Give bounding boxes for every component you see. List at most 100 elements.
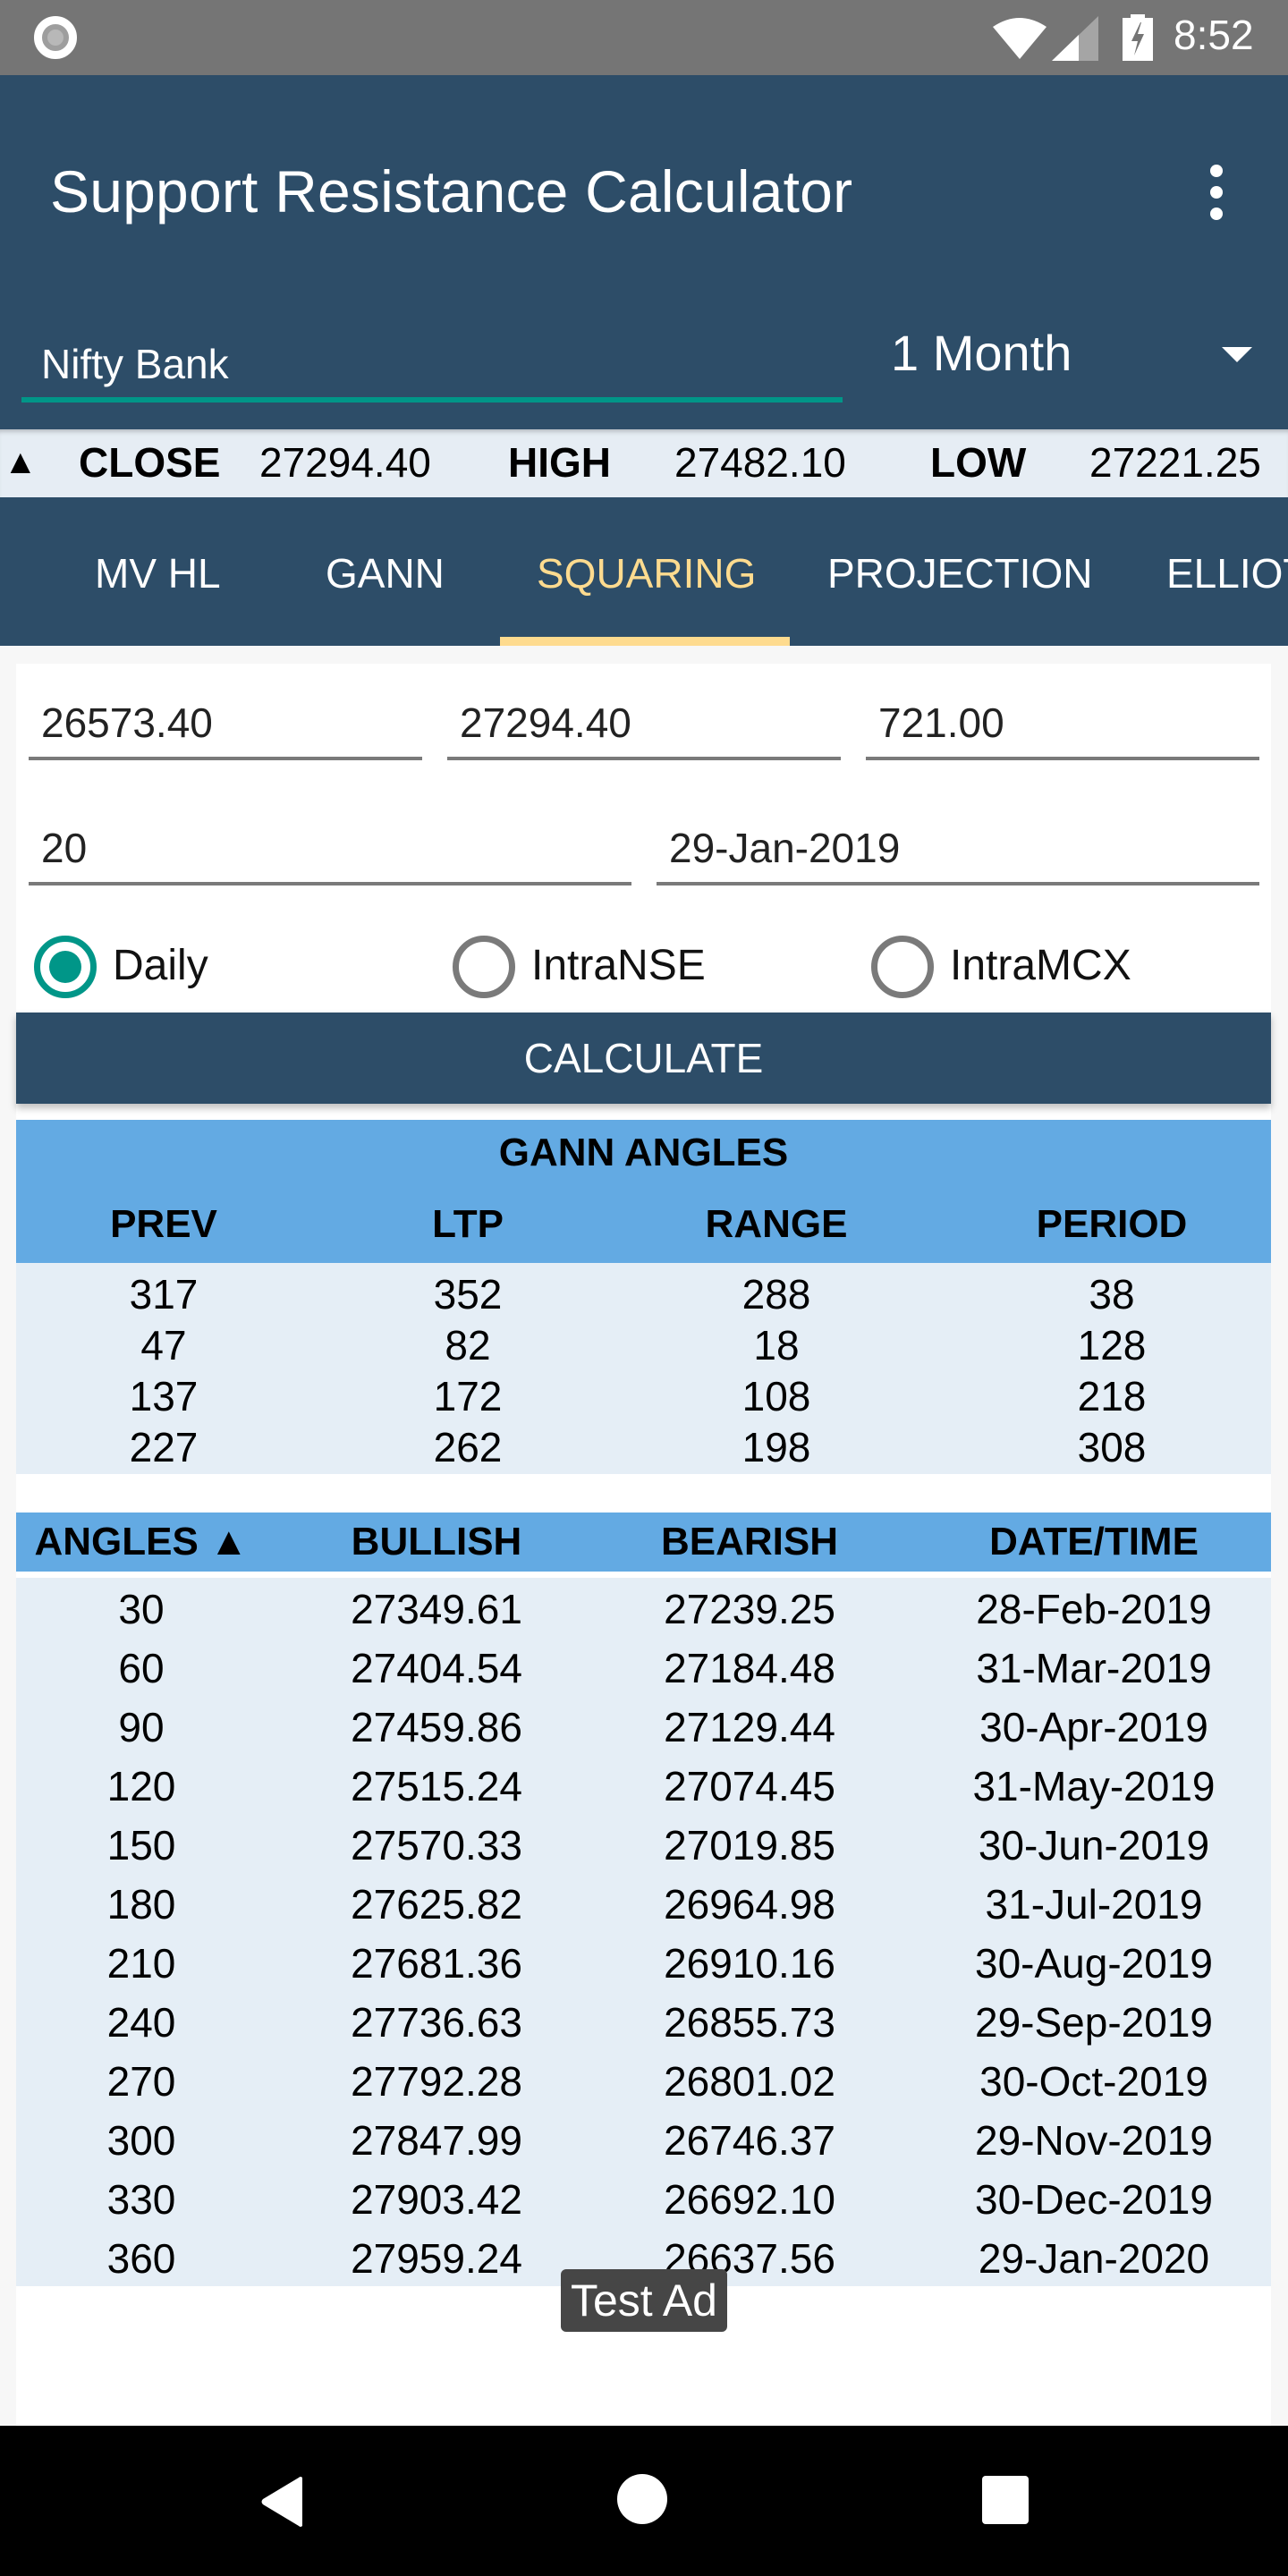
angles-header-bearish[interactable]: BEARISH bbox=[597, 1520, 902, 1564]
angles-table-row: 90 27459.86 27129.44 30-Apr-2019 bbox=[16, 1699, 1271, 1758]
angles-cell-datetime: 31-Mar-2019 bbox=[976, 1645, 1212, 1691]
ltp-field-wrap bbox=[447, 689, 841, 760]
test-ad-badge[interactable]: Test Ad bbox=[561, 2269, 727, 2332]
tab-gann[interactable]: GANN bbox=[326, 497, 445, 646]
angles-cell-bullish: 27847.99 bbox=[351, 2117, 522, 2164]
angles-cell-bearish: 26746.37 bbox=[664, 2117, 835, 2164]
angles-cell-angle: 90 bbox=[118, 1704, 165, 1750]
status-bar: 8:52 bbox=[0, 0, 1288, 75]
radio-intranse-label: IntraNSE bbox=[531, 942, 706, 989]
gann-header-ltp: LTP bbox=[432, 1202, 504, 1246]
angles-cell-bearish: 26692.10 bbox=[664, 2176, 835, 2223]
overflow-menu-button[interactable] bbox=[1200, 161, 1233, 224]
angles-cell-bearish: 26801.02 bbox=[664, 2058, 835, 2105]
angles-cell-bullish: 27459.86 bbox=[351, 1704, 522, 1750]
gann-cell-ltp: 172 bbox=[433, 1373, 503, 1419]
back-icon[interactable] bbox=[259, 2476, 306, 2528]
tab-squaring[interactable]: SQUARING bbox=[537, 497, 756, 646]
tab-elliott[interactable]: ELLIOTT bbox=[1166, 497, 1288, 646]
ltp-input[interactable] bbox=[447, 689, 841, 760]
angles-cell-angle: 210 bbox=[106, 1940, 176, 1987]
angles-cell-angle: 30 bbox=[118, 1586, 165, 1632]
up-arrow-icon: ▲ bbox=[4, 444, 38, 481]
active-tab-indicator bbox=[500, 637, 790, 646]
squaring-card: Daily IntraNSE IntraMCX CALCULATE GANN A… bbox=[16, 664, 1271, 2426]
angles-cell-bullish: 27570.33 bbox=[351, 1822, 522, 1868]
battery-charging-icon bbox=[1123, 14, 1153, 61]
angles-cell-datetime: 31-Jul-2019 bbox=[985, 1881, 1203, 1928]
angles-cell-angle: 240 bbox=[106, 1999, 176, 2046]
cell-signal-icon bbox=[1052, 16, 1098, 61]
angles-cell-bullish: 27349.61 bbox=[351, 1586, 522, 1632]
radio-intramcx[interactable]: IntraMCX bbox=[871, 932, 1247, 1004]
symbol-input[interactable] bbox=[21, 331, 843, 402]
angles-table-row: 150 27570.33 27019.85 30-Jun-2019 bbox=[16, 1818, 1271, 1877]
angles-header-angles[interactable]: ANGLES ▲ bbox=[16, 1520, 267, 1564]
angles-cell-bearish: 27019.85 bbox=[664, 1822, 835, 1868]
angles-cell-angle: 150 bbox=[106, 1822, 176, 1868]
period-input[interactable] bbox=[29, 814, 631, 886]
recent-apps-icon[interactable] bbox=[982, 2476, 1029, 2524]
range-field-wrap bbox=[866, 689, 1259, 760]
radio-intramcx-label: IntraMCX bbox=[950, 942, 1131, 989]
overflow-menu-icon-dot bbox=[1210, 208, 1223, 220]
angles-cell-datetime: 29-Sep-2019 bbox=[975, 1999, 1213, 2046]
angles-cell-bearish: 26910.16 bbox=[664, 1940, 835, 1987]
gann-cell-period: 218 bbox=[1077, 1373, 1147, 1419]
gann-cell-range: 18 bbox=[753, 1322, 800, 1368]
angles-table-header: ANGLES ▲ BULLISH BEARISH DATE/TIME bbox=[16, 1513, 1271, 1572]
angles-table-row: 180 27625.82 26964.98 31-Jul-2019 bbox=[16, 1877, 1271, 1936]
angles-header-bullish[interactable]: BULLISH bbox=[284, 1520, 589, 1564]
gann-header-prev: PREV bbox=[110, 1202, 217, 1246]
radio-daily[interactable]: Daily bbox=[34, 932, 410, 1004]
angles-cell-datetime: 29-Nov-2019 bbox=[975, 2117, 1213, 2164]
angles-cell-bullish: 27792.28 bbox=[351, 2058, 522, 2105]
gann-cell-range: 198 bbox=[741, 1424, 811, 1470]
angles-cell-bearish: 27074.45 bbox=[664, 1763, 835, 1809]
radio-daily-label: Daily bbox=[113, 942, 208, 989]
app-bar: Support Resistance Calculator 1 Month bbox=[0, 75, 1288, 429]
home-icon[interactable] bbox=[617, 2474, 667, 2524]
angles-cell-angle: 270 bbox=[106, 2058, 176, 2105]
gann-cell-range: 288 bbox=[741, 1271, 811, 1318]
angles-cell-angle: 360 bbox=[106, 2235, 176, 2282]
tab-projection[interactable]: PROJECTION bbox=[827, 497, 1092, 646]
angles-cell-angle: 120 bbox=[106, 1763, 176, 1809]
angles-cell-datetime: 31-May-2019 bbox=[972, 1763, 1216, 1809]
angles-cell-bullish: 27625.82 bbox=[351, 1881, 522, 1928]
angles-cell-datetime: 29-Jan-2020 bbox=[978, 2235, 1210, 2282]
angles-cell-datetime: 28-Feb-2019 bbox=[976, 1586, 1212, 1632]
date-input[interactable] bbox=[657, 814, 1259, 886]
angles-header-datetime[interactable]: DATE/TIME bbox=[933, 1520, 1255, 1564]
prev-input[interactable] bbox=[29, 689, 422, 760]
low-label: LOW bbox=[930, 439, 1027, 486]
angles-cell-angle: 180 bbox=[106, 1881, 176, 1928]
angles-table-row: 60 27404.54 27184.48 31-Mar-2019 bbox=[16, 1640, 1271, 1699]
gann-cell-period: 308 bbox=[1077, 1424, 1147, 1470]
period-dropdown[interactable]: 1 Month bbox=[886, 315, 1270, 386]
gann-table-row: 47 82 18 128 bbox=[16, 1321, 1271, 1372]
angles-cell-bullish: 27404.54 bbox=[351, 1645, 522, 1691]
tab-mv-hl[interactable]: MV HL bbox=[95, 497, 221, 646]
navigation-bar bbox=[0, 2426, 1288, 2576]
angles-cell-bearish: 27239.25 bbox=[664, 1586, 835, 1632]
gann-header-range: RANGE bbox=[705, 1202, 848, 1246]
angles-table-row: 240 27736.63 26855.73 29-Sep-2019 bbox=[16, 1995, 1271, 2054]
angles-cell-bearish: 27184.48 bbox=[664, 1645, 835, 1691]
angles-table-row: 330 27903.42 26692.10 30-Dec-2019 bbox=[16, 2172, 1271, 2231]
angles-cell-bearish: 27129.44 bbox=[664, 1704, 835, 1750]
angles-cell-angle: 300 bbox=[106, 2117, 176, 2164]
calculate-button[interactable]: CALCULATE bbox=[16, 1013, 1271, 1104]
angles-table-row: 270 27792.28 26801.02 30-Oct-2019 bbox=[16, 2054, 1271, 2113]
radio-intranse[interactable]: IntraNSE bbox=[453, 932, 828, 1004]
range-input[interactable] bbox=[866, 689, 1259, 760]
angles-table-row: 30 27349.61 27239.25 28-Feb-2019 bbox=[16, 1581, 1271, 1640]
period-selected-value: 1 Month bbox=[891, 325, 1072, 381]
angles-cell-bullish: 27959.24 bbox=[351, 2235, 522, 2282]
gann-cell-period: 128 bbox=[1077, 1322, 1147, 1368]
radio-unchecked-icon bbox=[453, 936, 515, 998]
wifi-icon bbox=[993, 18, 1046, 59]
high-value: 27482.10 bbox=[674, 439, 846, 486]
gann-table-row: 227 262 198 308 bbox=[16, 1423, 1271, 1474]
gann-cell-prev: 317 bbox=[129, 1271, 199, 1318]
